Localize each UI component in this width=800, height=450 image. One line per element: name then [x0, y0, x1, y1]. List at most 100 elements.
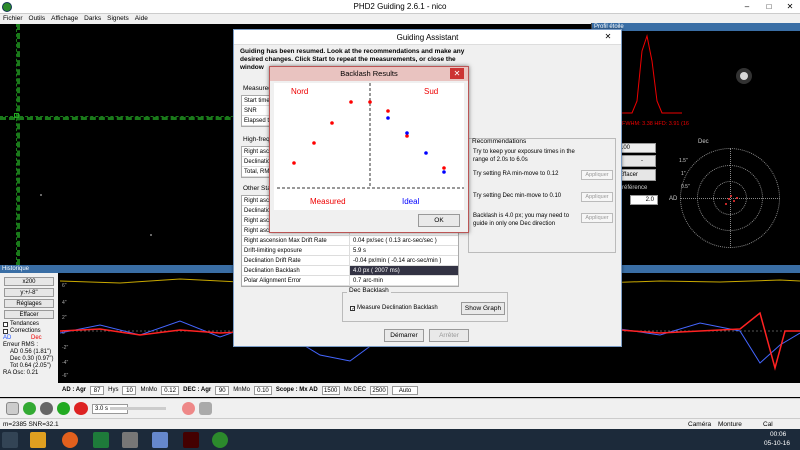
corrections-label: Corrections [10, 328, 41, 334]
target-minus-button[interactable]: - [616, 155, 656, 167]
dec-agr-input[interactable]: 90 [215, 385, 230, 395]
ideal-point [405, 131, 409, 135]
phd2-task-icon[interactable] [212, 432, 228, 448]
ideal-point [442, 170, 446, 174]
target-scale-select[interactable]: 100 [616, 143, 656, 153]
menu-aide[interactable]: Aide [132, 14, 151, 24]
table-row: Drift-limiting exposure 5.9 s [242, 246, 458, 256]
checkbox-icon [3, 321, 8, 327]
excel-icon[interactable] [93, 432, 109, 448]
target-scatter [725, 195, 738, 205]
star-profile-panel: Profil étoile FWHM: 3.38 HFD: 3.91 (16 [591, 23, 800, 134]
stop-button[interactable]: Arrêter [429, 329, 469, 342]
autoselect-star-icon[interactable] [40, 402, 53, 415]
guide-star-box [14, 113, 19, 118]
menu-affichage[interactable]: Affichage [48, 14, 81, 24]
close-icon[interactable]: ✕ [601, 31, 615, 43]
scope-mx-ad-label: Scope : Mx AD [275, 387, 318, 393]
history-x-scale-button[interactable]: x200 [4, 277, 54, 286]
advanced-settings-icon[interactable] [182, 402, 195, 415]
app-icon[interactable] [152, 432, 168, 448]
measured-point [386, 109, 390, 113]
connect-icon[interactable] [6, 402, 19, 415]
menu-fichier[interactable]: Fichier [0, 14, 26, 24]
menu-outils[interactable]: Outils [26, 14, 49, 24]
row-key: Declination Drift Rate [242, 256, 350, 265]
star [40, 194, 42, 196]
ra-minmo-input[interactable]: 0.12 [161, 385, 180, 395]
dec-minmo-input[interactable]: 0.10 [253, 385, 272, 395]
ra-agr-label: AD : Agr [62, 387, 87, 393]
gamma-slider[interactable] [110, 407, 166, 410]
minimize-button[interactable]: – [736, 0, 758, 13]
measure-backlash-checkbox[interactable]: ✓ Measure Declination Backlash [350, 305, 438, 311]
mx-dec-input[interactable]: 2500 [370, 385, 389, 395]
menu-darks[interactable]: Darks [81, 14, 104, 24]
measured-legend: Measured [310, 197, 346, 206]
rms-total: Tot 0.64 (2.05") [10, 363, 51, 369]
apply-dec-button[interactable]: Appliquer [581, 192, 613, 202]
measured-point [292, 161, 296, 165]
backlash-graph: Nord Sud Measured Ideal [274, 83, 464, 210]
apply-backlash-button[interactable]: Appliquer [581, 213, 613, 223]
history-settings-button[interactable]: Réglages [4, 299, 54, 308]
app-icon[interactable] [122, 432, 138, 448]
dec-backlash-title: Dec Backlash [347, 287, 391, 294]
backlash-plot-svg [277, 83, 464, 189]
history-y-scale-button[interactable]: y:+/-8" [4, 288, 54, 297]
dec-agr-label: DEC : Agr [183, 387, 212, 393]
row-key: Right ascension Max Drift Rate [242, 236, 350, 245]
row-value: 5.9 s [353, 248, 367, 254]
row-value: 0.7 arc-min [353, 278, 384, 284]
rms-dec: Dec 0.30 (0.97") [10, 356, 54, 362]
row-key: Declination Backlash [242, 266, 350, 275]
target-clear-button[interactable]: Effacer [616, 169, 656, 181]
start-button[interactable]: Démarrer [384, 329, 424, 342]
loop-icon[interactable] [23, 402, 36, 415]
crosshair-vertical [16, 24, 20, 265]
target-dec-label: Dec [698, 139, 709, 145]
explorer-icon[interactable] [30, 432, 46, 448]
mx-ad-input[interactable]: 1500 [321, 385, 340, 395]
dec-mode-select[interactable]: Auto [392, 385, 419, 395]
stop-icon[interactable] [74, 402, 88, 415]
start-icon[interactable] [2, 432, 18, 448]
camera-settings-icon[interactable] [199, 402, 212, 415]
dec-legend: Dec [31, 335, 42, 341]
main-toolbar: 3.0 s [0, 398, 800, 418]
measured-point [442, 166, 446, 170]
star [150, 234, 152, 236]
firefox-icon[interactable] [62, 432, 78, 448]
app-icon[interactable] [183, 432, 199, 448]
ra-agr-input[interactable]: 87 [90, 385, 105, 395]
dec-backlash-group: Dec Backlash ✓ Measure Declination Backla… [342, 287, 508, 322]
close-icon[interactable]: ✕ [450, 68, 464, 79]
row-value: 0.04 px/sec ( 0.13 arc-sec/sec ) [353, 238, 437, 244]
menu-signets[interactable]: Signets [104, 14, 132, 24]
row-key: Drift-limiting exposure [242, 246, 350, 255]
history-clear-button[interactable]: Effacer [4, 310, 54, 319]
ideal-legend: Ideal [402, 197, 420, 206]
rec-dec-minmove: Try setting Dec min-move to 0.10 [473, 193, 562, 199]
target-scale-input[interactable]: 2.0 [630, 195, 658, 205]
guide-icon[interactable] [57, 402, 70, 415]
measured-point [349, 100, 353, 104]
show-graph-button[interactable]: Show Graph [461, 302, 505, 315]
trends-checkbox[interactable]: Tendances [3, 321, 55, 327]
apply-ra-button[interactable]: Appliquer [581, 170, 613, 180]
close-button[interactable]: ✕ [779, 0, 800, 13]
ideal-point [386, 116, 390, 120]
window-title: PHD2 Guiding 2.6.1 - nico [353, 2, 447, 11]
recommendations-title: Recommendations [472, 138, 527, 145]
ra-legend: AD [3, 335, 12, 341]
measured-point [330, 121, 334, 125]
row-value: -0.04 px/min ( -0.14 arc-sec/min ) [353, 258, 442, 264]
ideal-point [424, 151, 428, 155]
hys-input[interactable]: 10 [122, 385, 137, 395]
ok-button[interactable]: OK [418, 214, 460, 227]
corrections-checkbox[interactable]: Corrections [3, 328, 55, 334]
maximize-button[interactable]: □ [758, 0, 780, 13]
north-label: Nord [291, 87, 309, 96]
trends-label: Tendances [10, 321, 40, 327]
rec-backlash: Backlash is 4.0 px; you may need to guid… [473, 213, 570, 227]
